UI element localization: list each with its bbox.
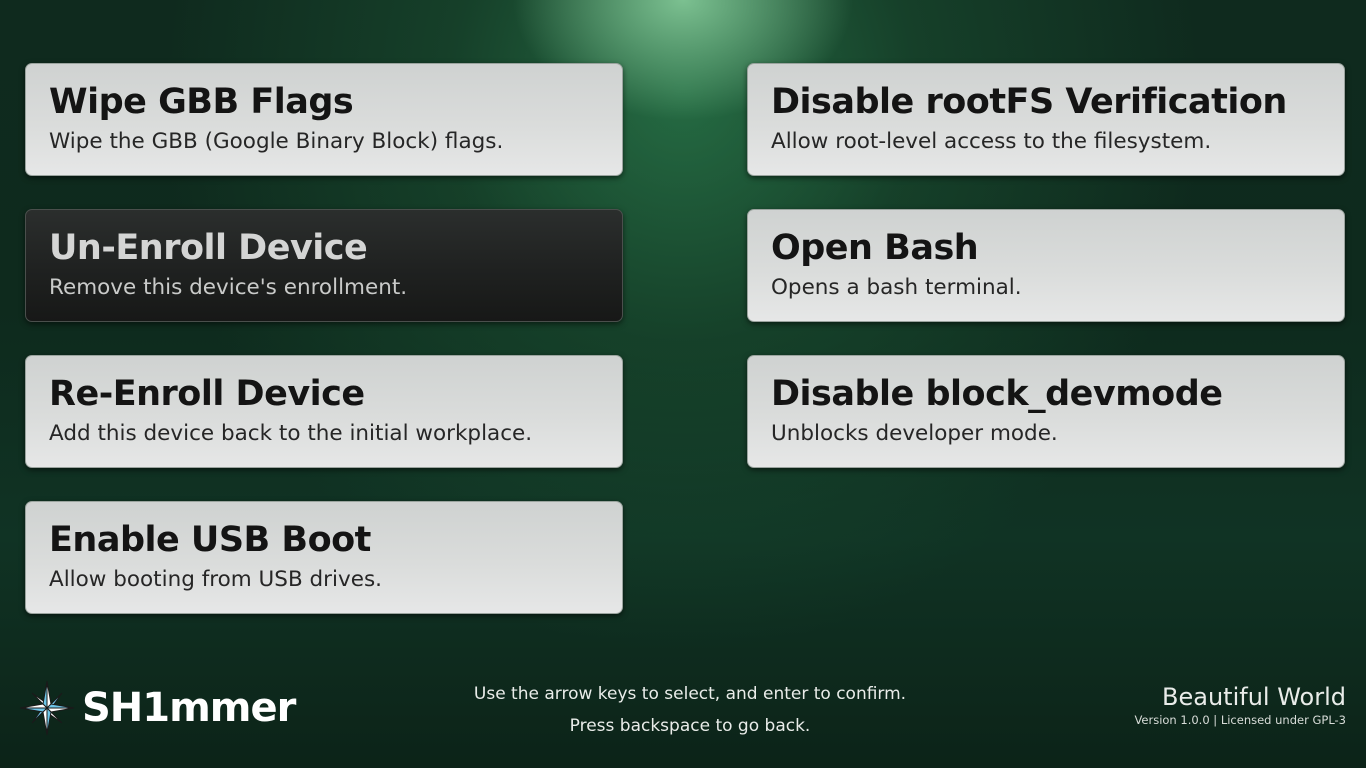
menu-item-open-bash[interactable]: Open Bash Opens a bash terminal. xyxy=(747,209,1345,322)
menu-item-description: Unblocks developer mode. xyxy=(771,421,1058,446)
menu-item-wipe-gbb-flags[interactable]: Wipe GBB Flags Wipe the GBB (Google Bina… xyxy=(25,63,623,176)
menu-item-title: Disable block_devmode xyxy=(771,374,1223,414)
app-logo: SH1mmer xyxy=(18,679,296,737)
menu-item-title: Open Bash xyxy=(771,228,979,268)
menu-item-description: Allow root-level access to the filesyste… xyxy=(771,129,1212,154)
menu-item-description: Remove this device's enrollment. xyxy=(49,275,408,300)
menu-item-description: Add this device back to the initial work… xyxy=(49,421,533,446)
instructions-line: Use the arrow keys to select, and enter … xyxy=(473,684,907,704)
compass-star-icon xyxy=(18,679,76,737)
menu-item-description: Opens a bash terminal. xyxy=(771,275,1022,300)
menu-item-disable-rootfs-verification[interactable]: Disable rootFS Verification Allow root-l… xyxy=(747,63,1345,176)
menu-item-description: Wipe the GBB (Google Binary Block) flags… xyxy=(49,129,504,154)
theme-name: Beautiful World xyxy=(1162,683,1346,711)
menu-item-title: Disable rootFS Verification xyxy=(771,82,1287,122)
menu-item-re-enroll-device[interactable]: Re-Enroll Device Add this device back to… xyxy=(25,355,623,468)
menu-item-enable-usb-boot[interactable]: Enable USB Boot Allow booting from USB d… xyxy=(25,501,623,614)
instructions: Use the arrow keys to select, and enter … xyxy=(390,678,990,742)
instructions-line: Press backspace to go back. xyxy=(569,716,811,736)
menu-item-title: Enable USB Boot xyxy=(49,520,371,560)
logo-text: SH1mmer xyxy=(82,685,296,731)
menu-item-disable-block-devmode[interactable]: Disable block_devmode Unblocks developer… xyxy=(747,355,1345,468)
theme-info: Beautiful World Version 1.0.0 | Licensed… xyxy=(1134,682,1346,728)
menu-item-description: Allow booting from USB drives. xyxy=(49,567,382,592)
menu-item-un-enroll-device[interactable]: Un-Enroll Device Remove this device's en… xyxy=(25,209,623,322)
version-license-text: Version 1.0.0 | Licensed under GPL-3 xyxy=(1134,713,1346,727)
menu-item-title: Re-Enroll Device xyxy=(49,374,365,414)
menu-item-title: Un-Enroll Device xyxy=(49,228,368,268)
menu-item-title: Wipe GBB Flags xyxy=(49,82,354,122)
